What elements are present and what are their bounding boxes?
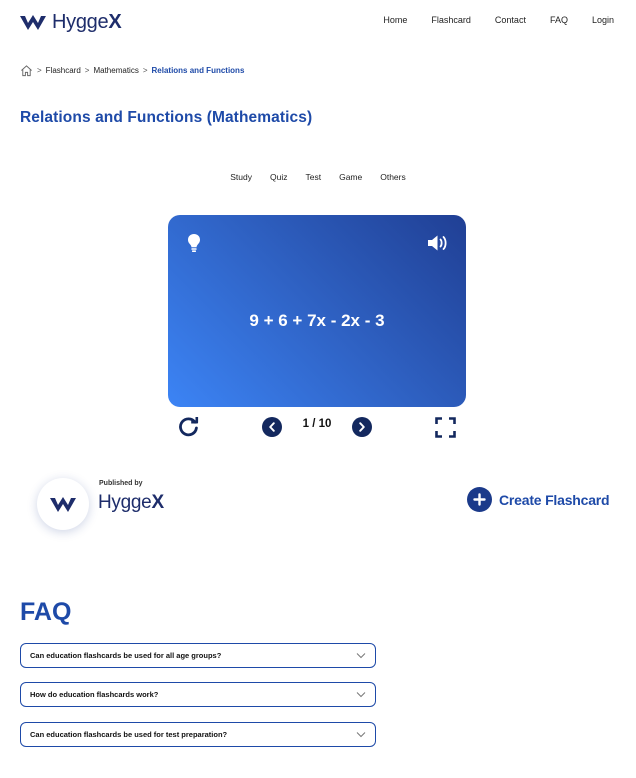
page-title: Relations and Functions (Mathematics) [20, 109, 313, 126]
publisher-avatar [37, 478, 89, 530]
tab-test[interactable]: Test [305, 172, 321, 182]
tab-quiz[interactable]: Quiz [270, 172, 287, 182]
breadcrumb-flashcard[interactable]: Flashcard [46, 66, 81, 75]
breadcrumb-separator: > [84, 66, 90, 75]
tab-game[interactable]: Game [339, 172, 362, 182]
logo-icon [20, 15, 46, 30]
fullscreen-icon[interactable] [435, 417, 456, 438]
breadcrumb-separator: > [142, 66, 148, 75]
chevron-right-icon [359, 422, 365, 432]
nav-home[interactable]: Home [383, 14, 407, 26]
faq-question: Can education flashcards be used for tes… [30, 730, 228, 739]
nav-faq[interactable]: FAQ [550, 14, 568, 26]
create-flashcard-label: Create Flashcard [499, 491, 610, 508]
next-card-button[interactable] [352, 417, 372, 437]
breadcrumb-separator: > [37, 66, 42, 75]
tab-study[interactable]: Study [230, 172, 252, 182]
flashcard[interactable]: 9 + 6 + 7x - 2x - 3 [168, 215, 466, 407]
main-nav: Home Flashcard Contact FAQ Login [359, 14, 614, 26]
breadcrumb-current: Relations and Functions [151, 66, 245, 75]
chevron-down-icon [356, 692, 366, 698]
flashcard-text: 9 + 6 + 7x - 2x - 3 [249, 311, 385, 330]
faq-item[interactable]: Can education flashcards be used for all… [20, 643, 376, 668]
restart-icon[interactable] [178, 417, 199, 438]
speaker-icon[interactable] [427, 233, 449, 253]
plus-icon [467, 487, 492, 512]
lightbulb-icon[interactable] [187, 233, 201, 253]
tab-others[interactable]: Others [380, 172, 406, 182]
nav-contact[interactable]: Contact [495, 14, 526, 26]
nav-login[interactable]: Login [592, 14, 614, 26]
publisher-name: HyggeX [98, 492, 164, 513]
flashcard-controls: 1 / 10 [168, 414, 466, 440]
mode-tabs: Study Quiz Test Game Others [0, 172, 636, 182]
chevron-down-icon [356, 653, 366, 659]
site-header: HyggeX Home Flashcard Contact FAQ Login [0, 0, 636, 44]
create-flashcard-button[interactable]: Create Flashcard [467, 487, 610, 512]
chevron-down-icon [356, 732, 366, 738]
faq-item[interactable]: How do education flashcards work? [20, 682, 376, 707]
brand-logo[interactable]: HyggeX [20, 10, 122, 34]
nav-flashcard[interactable]: Flashcard [431, 14, 471, 26]
published-by-label: Published by [99, 480, 143, 487]
breadcrumb: > Flashcard > Mathematics > Relations an… [20, 64, 244, 77]
faq-question: How do education flashcards work? [30, 690, 159, 699]
faq-title: FAQ [20, 598, 72, 626]
chevron-left-icon [269, 422, 275, 432]
logo-icon [49, 497, 76, 512]
faq-question: Can education flashcards be used for all… [30, 651, 222, 660]
faq-item[interactable]: Can education flashcards be used for tes… [20, 722, 376, 747]
breadcrumb-mathematics[interactable]: Mathematics [93, 66, 138, 75]
home-icon[interactable] [20, 64, 33, 77]
previous-card-button[interactable] [262, 417, 282, 437]
brand-name: HyggeX [52, 11, 122, 33]
card-counter: 1 / 10 [302, 418, 332, 430]
